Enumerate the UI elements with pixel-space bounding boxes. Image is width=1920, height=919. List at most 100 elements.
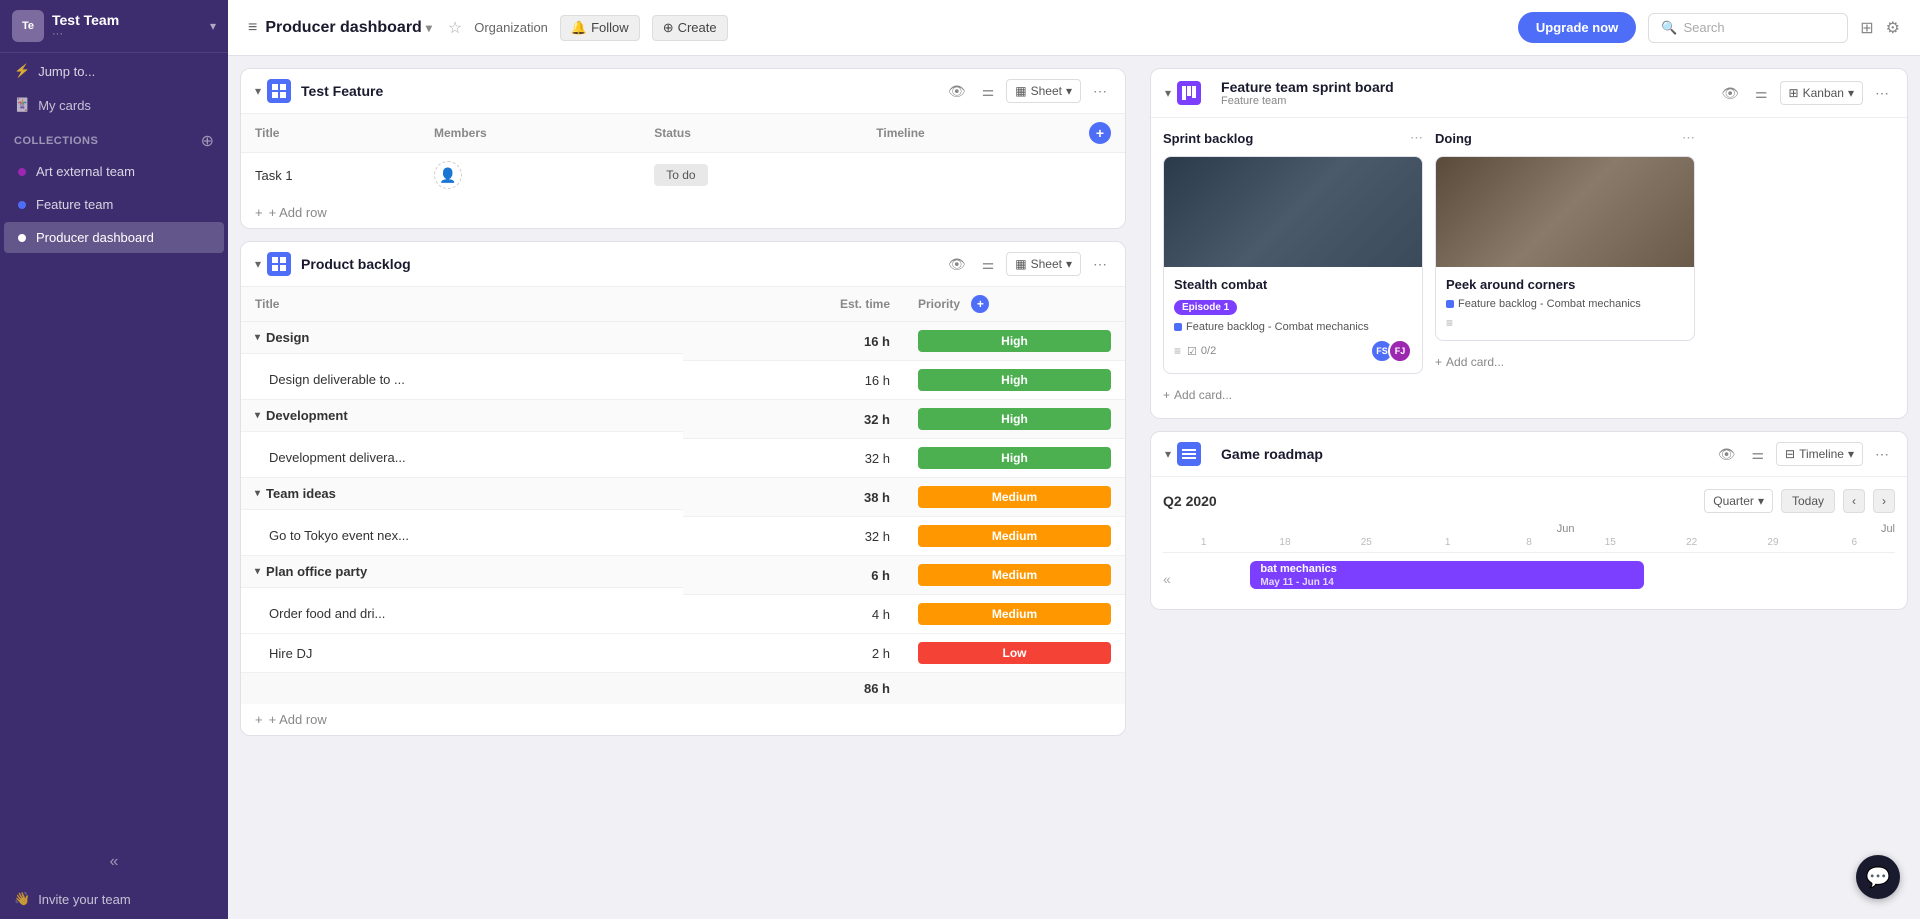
product-backlog-collapse-icon[interactable]: ▾ xyxy=(255,257,261,271)
plan-party-est-cell: 6 h xyxy=(683,556,904,595)
date-jul6: 6 xyxy=(1814,537,1895,548)
add-pb-column-icon[interactable]: + xyxy=(967,297,989,311)
sprint-backlog-add-card-button[interactable]: + Add card... xyxy=(1163,384,1423,406)
right-panel: ▾ Feature team sprint board Feature team… xyxy=(1138,56,1920,919)
producer-dashboard-dot xyxy=(18,234,26,242)
product-backlog-sheet-button[interactable]: ▦ Sheet ▾ xyxy=(1006,252,1081,276)
star-icon[interactable]: ☆ xyxy=(448,18,462,38)
product-backlog-filter-icon[interactable]: ⚌ xyxy=(978,254,999,275)
checklist-value: 0/2 xyxy=(1201,345,1216,357)
team-ideas-group-cell: ▾ Team ideas xyxy=(241,478,683,510)
jump-to-button[interactable]: ⚡ Jump to... xyxy=(0,53,228,89)
timeline-grid: Jun Jul 1 18 25 1 8 15 22 29 6 xyxy=(1163,523,1895,597)
hire-dj-badge: Low xyxy=(918,642,1111,664)
doing-title: Doing xyxy=(1435,131,1472,146)
roadmap-eye-icon[interactable]: 👁 xyxy=(1714,444,1740,465)
status-badge: To do xyxy=(654,164,707,186)
add-pb-row-label: + Add row xyxy=(269,712,327,727)
peek-feature-dot xyxy=(1446,300,1454,308)
doing-add-card-button[interactable]: + Add card... xyxy=(1435,351,1695,373)
team-chevron-icon: ▾ xyxy=(210,19,216,33)
upgrade-button[interactable]: Upgrade now xyxy=(1518,12,1636,43)
team-ideas-priority-cell: Medium xyxy=(904,478,1125,517)
create-button[interactable]: ⊕ Create xyxy=(652,15,728,41)
product-backlog-eye-icon[interactable]: 👁 xyxy=(944,254,970,275)
design-row-title: Design deliverable to ... xyxy=(241,361,683,400)
roadmap-timeline-view-button[interactable]: ⊟ Timeline ▾ xyxy=(1776,442,1863,466)
product-backlog-add-row-button[interactable]: + + Add row xyxy=(241,704,1125,735)
peek-feature-tag: Feature backlog - Combat mechanics xyxy=(1446,298,1684,310)
follow-button[interactable]: 🔔 Follow xyxy=(560,15,640,41)
search-icon: 🔍 xyxy=(1661,20,1677,36)
timeline-prev-button[interactable]: ‹ xyxy=(1843,489,1865,513)
timeline-collapse-left-icon[interactable]: « xyxy=(1163,571,1171,587)
settings-icon[interactable]: ⚙ xyxy=(1886,18,1900,38)
sprint-backlog-more-icon[interactable]: ⋯ xyxy=(1410,130,1423,146)
sprint-eye-icon[interactable]: 👁 xyxy=(1717,83,1743,104)
sidebar-item-producer-dashboard[interactable]: Producer dashboard xyxy=(4,222,224,253)
collections-label: Collections xyxy=(14,135,98,147)
sidebar-item-art-external-team[interactable]: Art external team xyxy=(4,156,224,187)
add-row-label: + Add row xyxy=(269,205,327,220)
my-cards-button[interactable]: 🃏 My cards xyxy=(0,89,228,121)
sprint-backlog-column: Sprint backlog ⋯ Stealth combat Episode … xyxy=(1163,130,1423,406)
sidebar-header[interactable]: Te Test Team ··· ▾ xyxy=(0,0,228,53)
sidebar-collapse-button[interactable]: « xyxy=(0,845,228,879)
timeline-next-button[interactable]: › xyxy=(1873,489,1895,513)
peek-feature-tag-label: Feature backlog - Combat mechanics xyxy=(1458,298,1641,310)
chat-bubble-button[interactable]: 💬 xyxy=(1856,855,1900,899)
search-box[interactable]: 🔍 Search xyxy=(1648,13,1848,43)
dev-row-title: Development delivera... xyxy=(241,439,683,478)
today-button[interactable]: Today xyxy=(1781,489,1835,513)
sprint-kanban-view-button[interactable]: ⊞ Kanban ▾ xyxy=(1780,81,1863,105)
quarter-selector-button[interactable]: Quarter ▾ xyxy=(1704,489,1773,513)
layout-icon[interactable]: ⊞ xyxy=(1860,18,1873,38)
add-column-button[interactable]: + xyxy=(1089,122,1111,144)
art-team-dot xyxy=(18,168,26,176)
timeline-month-labels: Jun Jul xyxy=(1163,523,1895,535)
description-icon: ≡ xyxy=(1174,344,1181,358)
team-ideas-collapse-icon[interactable]: ▾ xyxy=(255,488,260,499)
team-ideas-est-cell: 38 h xyxy=(683,478,904,517)
dev-row-priority: High xyxy=(904,439,1125,478)
doing-more-icon[interactable]: ⋯ xyxy=(1682,130,1695,146)
invite-team-button[interactable]: 👋 Invite your team xyxy=(14,891,214,907)
col-add[interactable]: + xyxy=(1071,114,1125,153)
sprint-collapse-icon[interactable]: ▾ xyxy=(1165,86,1171,100)
add-pb-col-button[interactable]: + xyxy=(971,295,989,313)
sidebar-item-label: Producer dashboard xyxy=(36,230,154,245)
sprint-more-icon[interactable]: ⋯ xyxy=(1871,83,1893,104)
roadmap-header-actions: 👁 ⚌ ⊟ Timeline ▾ ⋯ xyxy=(1714,442,1893,466)
timeline-bar-inner: bat mechanics May 11 - Jun 14 xyxy=(1260,563,1336,588)
roadmap-more-icon[interactable]: ⋯ xyxy=(1871,444,1893,465)
org-link[interactable]: Organization xyxy=(474,20,548,35)
dev-group-cell: ▾ Development xyxy=(241,400,683,432)
design-group-collapse-icon[interactable]: ▾ xyxy=(255,332,260,343)
design-row-priority: High xyxy=(904,361,1125,400)
test-feature-sheet-button[interactable]: ▦ Sheet ▾ xyxy=(1006,79,1081,103)
roadmap-filter-icon[interactable]: ⚌ xyxy=(1747,444,1768,465)
timeline-bar-row: « bat mechanics May 11 - Jun 14 xyxy=(1163,561,1895,597)
timeline-body: Q2 2020 Quarter ▾ Today ‹ › xyxy=(1151,477,1907,609)
roadmap-collapse-icon[interactable]: ▾ xyxy=(1165,447,1171,461)
test-feature-collapse-icon[interactable]: ▾ xyxy=(255,84,261,98)
add-collection-icon[interactable]: ⊕ xyxy=(201,131,214,151)
product-backlog-grid-icon xyxy=(267,252,291,276)
sprint-filter-icon[interactable]: ⚌ xyxy=(1751,83,1772,104)
dev-group-collapse-icon[interactable]: ▾ xyxy=(255,410,260,421)
table-row: ▾ Plan office party 6 h Medium xyxy=(241,556,1125,595)
test-feature-more-icon[interactable]: ⋯ xyxy=(1089,81,1111,102)
team-name-label: Test Team xyxy=(52,12,119,28)
search-placeholder: Search xyxy=(1683,20,1724,35)
plan-party-collapse-icon[interactable]: ▾ xyxy=(255,566,260,577)
sidebar-item-feature-team[interactable]: Feature team xyxy=(4,189,224,220)
test-feature-eye-icon[interactable]: 👁 xyxy=(944,81,970,102)
group-design-cell: ▾ Design xyxy=(241,322,683,354)
main-content: ≡ Producer dashboard ▾ ☆ Organization 🔔 … xyxy=(228,0,1920,919)
doing-column: Doing ⋯ Peek around corners Feature back… xyxy=(1435,130,1695,406)
doing-add-card-label: Add card... xyxy=(1446,355,1504,369)
test-feature-add-row-button[interactable]: + + Add row xyxy=(241,197,1125,228)
test-feature-filter-icon[interactable]: ⚌ xyxy=(978,81,999,102)
product-backlog-more-icon[interactable]: ⋯ xyxy=(1089,254,1111,275)
timeline-bar[interactable]: bat mechanics May 11 - Jun 14 xyxy=(1250,561,1644,589)
